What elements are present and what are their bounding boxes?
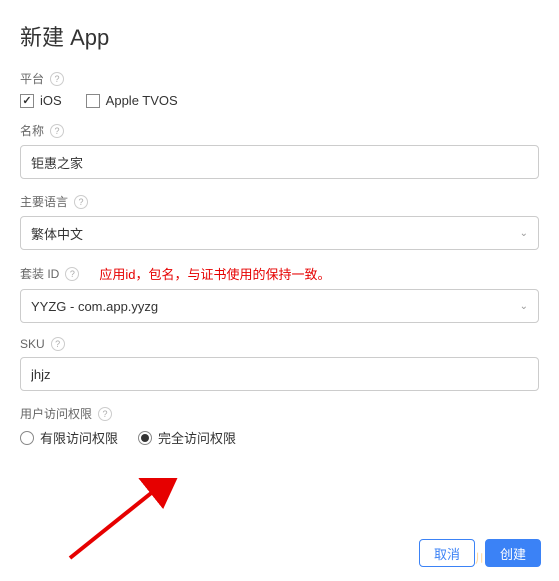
platform-ios-checkbox[interactable]: iOS xyxy=(20,93,62,108)
sku-input[interactable] xyxy=(20,357,539,391)
help-icon[interactable]: ? xyxy=(98,407,112,421)
platform-field: 平台 ? iOS Apple TVOS xyxy=(20,70,539,108)
radio-icon xyxy=(20,431,34,445)
bundle-annotation: 应用id，包名，与证书使用的保持一致。 xyxy=(99,264,330,283)
name-field: 名称 ? xyxy=(20,122,539,179)
create-button[interactable]: 创建 xyxy=(485,539,541,567)
bundle-select[interactable]: YYZG - com.app.yyzg ⌄ xyxy=(20,289,539,323)
help-icon[interactable]: ? xyxy=(51,337,65,351)
platform-label: 平台 xyxy=(20,70,44,87)
annotation-arrow-icon xyxy=(60,478,180,568)
language-label: 主要语言 xyxy=(20,193,68,210)
name-input[interactable] xyxy=(20,145,539,179)
select-value: 繁体中文 xyxy=(31,224,83,243)
language-select[interactable]: 繁体中文 ⌄ xyxy=(20,216,539,250)
radio-label: 完全访问权限 xyxy=(158,428,236,447)
new-app-modal: 新建 App 平台 ? iOS Apple TVOS 名称 ? 主要语言 ? xyxy=(0,0,559,447)
checkbox-icon xyxy=(86,94,100,108)
cancel-button[interactable]: 取消 xyxy=(419,539,475,567)
help-icon[interactable]: ? xyxy=(50,72,64,86)
access-full-radio[interactable]: 完全访问权限 xyxy=(138,428,236,447)
access-limited-radio[interactable]: 有限访问权限 xyxy=(20,428,118,447)
select-value: YYZG - com.app.yyzg xyxy=(31,299,158,314)
bundle-field: 套装 ID ? 应用id，包名，与证书使用的保持一致。 YYZG - com.a… xyxy=(20,264,539,323)
help-icon[interactable]: ? xyxy=(50,124,64,138)
access-field: 用户访问权限 ? 有限访问权限 完全访问权限 xyxy=(20,405,539,447)
checkbox-label: iOS xyxy=(40,93,62,108)
help-icon[interactable]: ? xyxy=(74,195,88,209)
modal-footer: 取消 创建 xyxy=(419,539,541,567)
sku-field: SKU ? xyxy=(20,337,539,391)
sku-label: SKU xyxy=(20,337,45,351)
name-label: 名称 xyxy=(20,122,44,139)
language-field: 主要语言 ? 繁体中文 ⌄ xyxy=(20,193,539,250)
checkbox-label: Apple TVOS xyxy=(106,93,178,108)
modal-title: 新建 App xyxy=(20,20,539,52)
radio-icon xyxy=(138,431,152,445)
access-label: 用户访问权限 xyxy=(20,405,92,422)
help-icon[interactable]: ? xyxy=(65,267,79,281)
chevron-down-icon: ⌄ xyxy=(520,228,528,239)
radio-label: 有限访问权限 xyxy=(40,428,118,447)
bundle-label: 套装 ID xyxy=(20,265,59,282)
checkbox-icon xyxy=(20,94,34,108)
chevron-down-icon: ⌄ xyxy=(520,301,528,312)
platform-tvos-checkbox[interactable]: Apple TVOS xyxy=(86,93,178,108)
